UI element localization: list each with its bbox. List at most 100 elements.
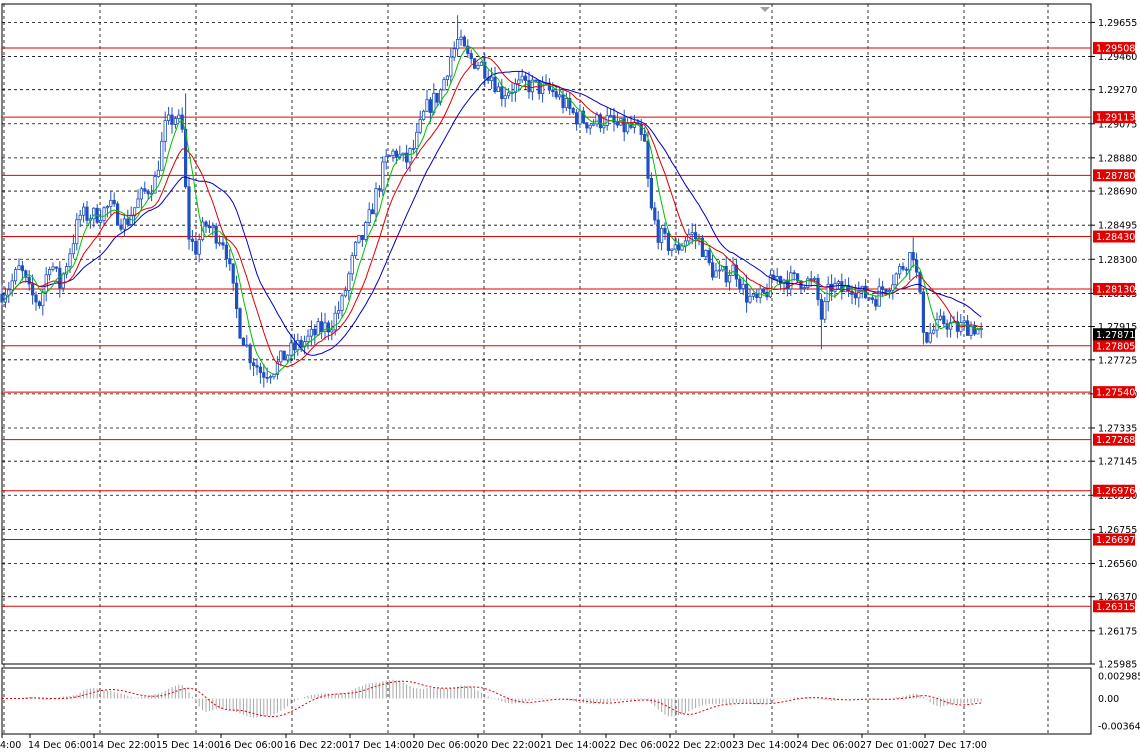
candle-body <box>694 232 698 240</box>
candle-body <box>418 119 422 133</box>
candle-body <box>435 92 439 103</box>
candle-body <box>813 277 817 280</box>
candle-body <box>469 53 473 60</box>
candle-body <box>918 271 922 293</box>
candle-body <box>146 190 150 195</box>
price-tick-label: 1.28495 <box>1098 221 1137 232</box>
candle-body <box>704 250 708 258</box>
level-label: 1.26315 <box>1096 602 1135 613</box>
candle-body <box>459 36 463 40</box>
candle-body <box>306 335 310 343</box>
candle-body <box>496 86 501 93</box>
level-label: 1.28780 <box>1096 171 1135 182</box>
price-tick-label: 1.28690 <box>1098 187 1137 198</box>
candle-body <box>30 283 35 296</box>
candle-body <box>561 94 565 109</box>
candle-body <box>755 293 759 299</box>
candle-body <box>384 155 388 163</box>
candle-body <box>381 161 385 191</box>
candle-body <box>37 301 42 307</box>
candle-body <box>357 235 361 243</box>
candle <box>700 235 705 258</box>
candle-body <box>353 241 358 257</box>
candle-body <box>534 79 538 82</box>
candle-body <box>938 315 943 320</box>
candle-body <box>299 339 303 348</box>
candle-body <box>874 299 878 307</box>
candle-body <box>285 354 290 361</box>
candle-body <box>503 95 507 100</box>
price-tick-label: 1.28300 <box>1098 255 1137 266</box>
candle-body <box>751 293 756 297</box>
candle-body <box>214 225 218 244</box>
time-tick-label: 17 Dec 14:00 <box>348 740 412 751</box>
candle-body <box>251 362 256 366</box>
candle-body <box>27 276 31 285</box>
candle-body <box>626 123 630 133</box>
candle-body <box>330 329 334 333</box>
candle-body <box>711 262 715 278</box>
candle-body <box>116 203 120 226</box>
candle-body <box>762 288 766 293</box>
candle <box>381 156 385 197</box>
candle-body <box>853 294 858 299</box>
candle-body <box>173 118 177 125</box>
candle-body <box>415 131 419 149</box>
candle-body <box>122 218 126 230</box>
candle-body <box>163 120 167 142</box>
candle-body <box>41 291 45 307</box>
candle <box>421 109 426 121</box>
candle-body <box>85 206 89 221</box>
candle-body <box>921 291 926 333</box>
candle-body <box>639 123 643 135</box>
candle-body <box>377 188 382 191</box>
candle-body <box>197 239 201 255</box>
candle-body <box>520 75 524 81</box>
candle-body <box>517 79 521 84</box>
candle-body <box>500 86 504 100</box>
candle-body <box>452 48 456 58</box>
candle-body <box>677 244 681 251</box>
candle-body <box>622 118 626 133</box>
candle-body <box>221 242 225 246</box>
candle-body <box>585 122 589 129</box>
candle-body <box>404 152 409 163</box>
candle-body <box>966 320 970 336</box>
candle-body <box>894 273 898 286</box>
time-tick-label: 14 Dec 22:00 <box>92 740 156 751</box>
time-tick-label: 15 Dec 14:00 <box>156 740 220 751</box>
candle-body <box>592 123 596 126</box>
candle-body <box>445 75 450 80</box>
candle <box>925 331 929 344</box>
candle-body <box>238 308 242 339</box>
candle-body <box>102 207 106 221</box>
price-tick-label: 1.26560 <box>1098 559 1137 570</box>
time-tick-label: 27 Dec 17:00 <box>923 740 987 751</box>
candle-body <box>615 121 620 126</box>
price-chart: 4:00 14 Dec 06:00 14 Dec 22:00 15 Dec 14:00… <box>0 3 1140 751</box>
candle-body <box>245 344 249 347</box>
candle-body <box>340 295 344 311</box>
osc-tick-label: -0.00364 <box>1098 722 1140 733</box>
candle-body <box>649 177 654 209</box>
candle-body <box>292 342 297 351</box>
candle-body <box>748 295 752 303</box>
candle-body <box>928 332 932 343</box>
candle-body <box>656 219 660 243</box>
candle-body <box>48 269 52 276</box>
candle-body <box>105 206 109 209</box>
price-tick-label: 1.27145 <box>1098 457 1137 468</box>
candle-body <box>575 112 579 125</box>
candle-body <box>170 114 174 125</box>
level-label: 1.28430 <box>1096 232 1135 243</box>
candle-body <box>524 75 528 81</box>
candle-body <box>462 36 467 47</box>
candle-body <box>663 227 667 234</box>
candle-body <box>231 263 235 284</box>
price-tick-label: 1.29655 <box>1098 18 1137 29</box>
candle-body <box>870 297 875 300</box>
candle-body <box>673 244 677 250</box>
candle-body <box>898 266 902 275</box>
candle-body <box>884 289 888 293</box>
candle-body <box>360 235 365 240</box>
